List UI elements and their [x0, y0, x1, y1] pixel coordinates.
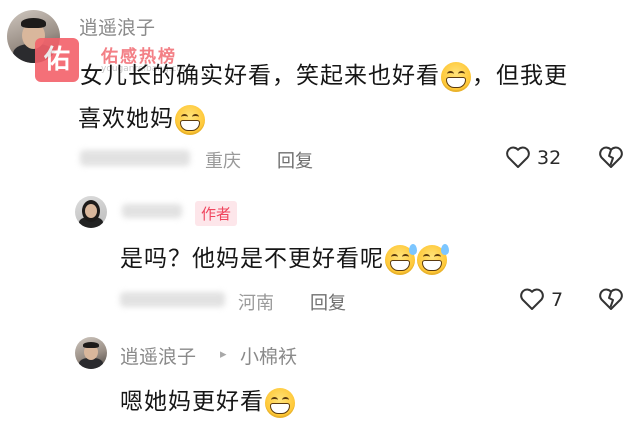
redacted-username	[122, 204, 182, 218]
reply-arrow-icon: ▸	[220, 347, 227, 362]
comment-location: 重庆	[205, 151, 241, 172]
like-icon[interactable]	[505, 145, 531, 169]
comment-text-line2: 喜欢她妈	[78, 99, 206, 135]
watermark-logo: 佑	[35, 38, 79, 82]
dislike-icon[interactable]	[598, 145, 624, 169]
dislike-icon[interactable]	[598, 287, 624, 311]
grin-emoji-icon	[265, 387, 295, 418]
avatar[interactable]	[75, 196, 107, 228]
reply-button[interactable]: 回复	[277, 147, 313, 173]
username[interactable]: 逍遥浪子	[120, 342, 196, 369]
grin-emoji-icon	[175, 104, 205, 135]
redacted-timestamp	[80, 150, 190, 166]
like-icon[interactable]	[519, 287, 545, 311]
redacted-timestamp	[120, 292, 225, 307]
like-count: 32	[537, 147, 562, 169]
username[interactable]: 逍遥浪子	[79, 13, 155, 40]
reply-to-username[interactable]: 小棉袄	[240, 342, 297, 369]
reply-button[interactable]: 回复	[310, 289, 346, 315]
comment-text: 嗯她妈更好看	[120, 382, 296, 418]
sweat-grin-emoji-icon	[417, 243, 449, 275]
comment-text: 是吗？他妈是不更好看呢	[120, 239, 449, 275]
comment-text-part: 女儿长的确实好看，笑起来也好看	[80, 63, 440, 89]
like-count: 7	[551, 289, 564, 311]
avatar[interactable]	[75, 337, 107, 369]
comment-text-part: ，但我更	[472, 63, 568, 89]
sweat-grin-emoji-icon	[385, 243, 417, 275]
comment-text-part: 喜欢她妈	[78, 106, 174, 132]
comment-location: 河南	[238, 293, 274, 314]
comment-text: 女儿长的确实好看，笑起来也好看 ，但我更	[80, 56, 568, 92]
grin-emoji-icon	[441, 61, 471, 92]
author-tag: 作者	[195, 201, 238, 226]
comment-text-part: 嗯她妈更好看	[120, 389, 264, 415]
comment-text-part: 是吗？他妈是不更好看呢	[120, 246, 384, 272]
